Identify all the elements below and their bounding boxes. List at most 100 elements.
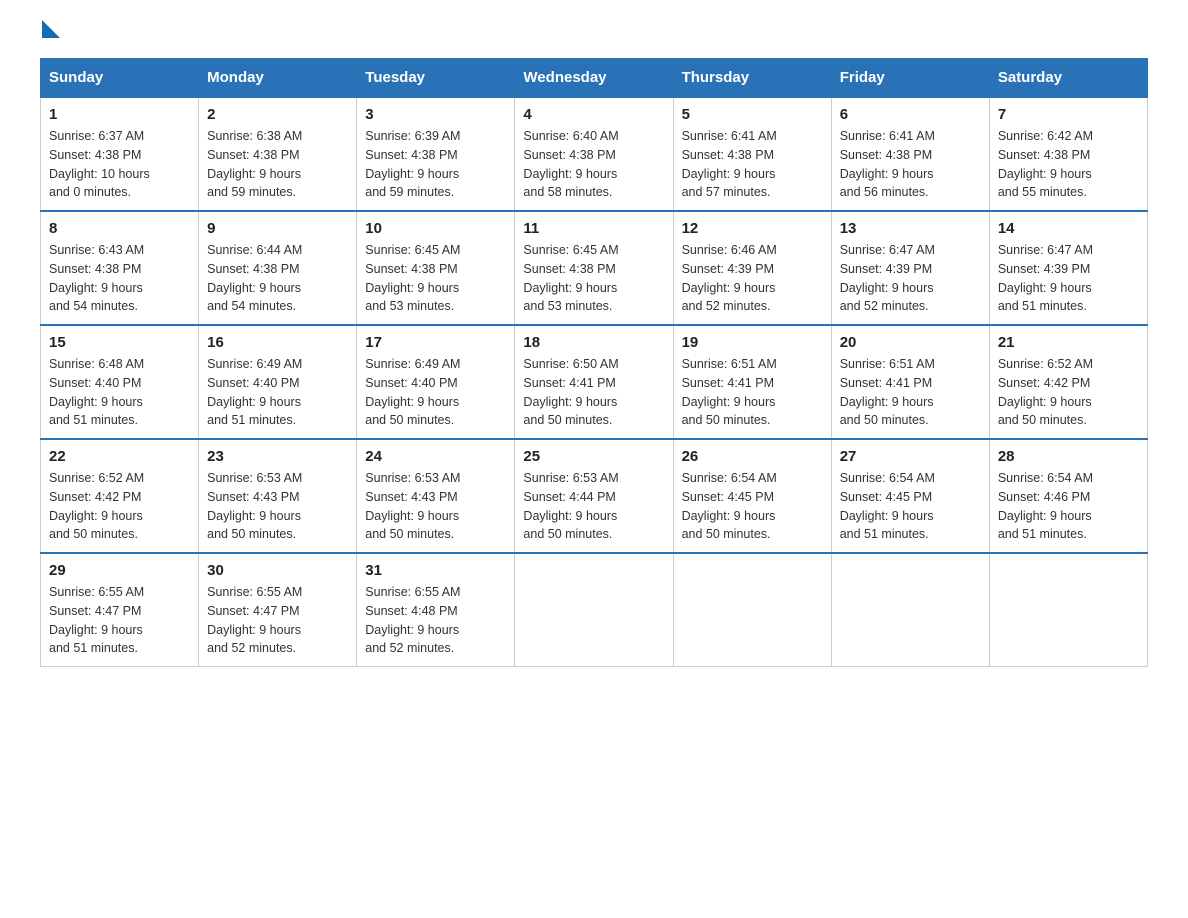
calendar-cell: 8 Sunrise: 6:43 AMSunset: 4:38 PMDayligh… — [41, 211, 199, 325]
calendar-cell: 3 Sunrise: 6:39 AMSunset: 4:38 PMDayligh… — [357, 97, 515, 211]
day-number: 24 — [365, 448, 506, 465]
calendar-cell: 19 Sunrise: 6:51 AMSunset: 4:41 PMDaylig… — [673, 325, 831, 439]
day-number: 5 — [682, 106, 823, 123]
dow-header-tuesday: Tuesday — [357, 59, 515, 98]
calendar-cell: 2 Sunrise: 6:38 AMSunset: 4:38 PMDayligh… — [199, 97, 357, 211]
day-number: 26 — [682, 448, 823, 465]
day-number: 20 — [840, 334, 981, 351]
page-header — [40, 30, 1148, 38]
calendar-cell: 12 Sunrise: 6:46 AMSunset: 4:39 PMDaylig… — [673, 211, 831, 325]
calendar-cell: 22 Sunrise: 6:52 AMSunset: 4:42 PMDaylig… — [41, 439, 199, 553]
day-number: 12 — [682, 220, 823, 237]
calendar-cell — [673, 553, 831, 667]
day-info: Sunrise: 6:39 AMSunset: 4:38 PMDaylight:… — [365, 127, 506, 202]
calendar-cell: 25 Sunrise: 6:53 AMSunset: 4:44 PMDaylig… — [515, 439, 673, 553]
calendar-week-2: 8 Sunrise: 6:43 AMSunset: 4:38 PMDayligh… — [41, 211, 1148, 325]
day-info: Sunrise: 6:49 AMSunset: 4:40 PMDaylight:… — [207, 355, 348, 430]
calendar-cell: 29 Sunrise: 6:55 AMSunset: 4:47 PMDaylig… — [41, 553, 199, 667]
day-info: Sunrise: 6:42 AMSunset: 4:38 PMDaylight:… — [998, 127, 1139, 202]
calendar-cell: 17 Sunrise: 6:49 AMSunset: 4:40 PMDaylig… — [357, 325, 515, 439]
day-info: Sunrise: 6:55 AMSunset: 4:48 PMDaylight:… — [365, 583, 506, 658]
day-info: Sunrise: 6:52 AMSunset: 4:42 PMDaylight:… — [998, 355, 1139, 430]
day-info: Sunrise: 6:44 AMSunset: 4:38 PMDaylight:… — [207, 241, 348, 316]
logo — [40, 30, 60, 38]
calendar-week-3: 15 Sunrise: 6:48 AMSunset: 4:40 PMDaylig… — [41, 325, 1148, 439]
dow-header-thursday: Thursday — [673, 59, 831, 98]
day-info: Sunrise: 6:43 AMSunset: 4:38 PMDaylight:… — [49, 241, 190, 316]
calendar-cell: 31 Sunrise: 6:55 AMSunset: 4:48 PMDaylig… — [357, 553, 515, 667]
day-number: 28 — [998, 448, 1139, 465]
day-info: Sunrise: 6:55 AMSunset: 4:47 PMDaylight:… — [49, 583, 190, 658]
day-number: 18 — [523, 334, 664, 351]
dow-header-monday: Monday — [199, 59, 357, 98]
calendar-cell: 15 Sunrise: 6:48 AMSunset: 4:40 PMDaylig… — [41, 325, 199, 439]
calendar-week-5: 29 Sunrise: 6:55 AMSunset: 4:47 PMDaylig… — [41, 553, 1148, 667]
day-number: 30 — [207, 562, 348, 579]
dow-header-wednesday: Wednesday — [515, 59, 673, 98]
day-info: Sunrise: 6:52 AMSunset: 4:42 PMDaylight:… — [49, 469, 190, 544]
calendar-cell: 26 Sunrise: 6:54 AMSunset: 4:45 PMDaylig… — [673, 439, 831, 553]
day-info: Sunrise: 6:54 AMSunset: 4:45 PMDaylight:… — [840, 469, 981, 544]
day-number: 13 — [840, 220, 981, 237]
calendar-cell: 30 Sunrise: 6:55 AMSunset: 4:47 PMDaylig… — [199, 553, 357, 667]
calendar-cell: 16 Sunrise: 6:49 AMSunset: 4:40 PMDaylig… — [199, 325, 357, 439]
day-info: Sunrise: 6:40 AMSunset: 4:38 PMDaylight:… — [523, 127, 664, 202]
calendar-cell: 28 Sunrise: 6:54 AMSunset: 4:46 PMDaylig… — [989, 439, 1147, 553]
day-info: Sunrise: 6:41 AMSunset: 4:38 PMDaylight:… — [840, 127, 981, 202]
day-info: Sunrise: 6:53 AMSunset: 4:44 PMDaylight:… — [523, 469, 664, 544]
day-number: 2 — [207, 106, 348, 123]
day-number: 14 — [998, 220, 1139, 237]
day-info: Sunrise: 6:47 AMSunset: 4:39 PMDaylight:… — [998, 241, 1139, 316]
day-info: Sunrise: 6:54 AMSunset: 4:46 PMDaylight:… — [998, 469, 1139, 544]
day-number: 29 — [49, 562, 190, 579]
day-number: 7 — [998, 106, 1139, 123]
day-number: 8 — [49, 220, 190, 237]
day-number: 11 — [523, 220, 664, 237]
day-info: Sunrise: 6:53 AMSunset: 4:43 PMDaylight:… — [207, 469, 348, 544]
day-info: Sunrise: 6:37 AMSunset: 4:38 PMDaylight:… — [49, 127, 190, 202]
day-number: 9 — [207, 220, 348, 237]
calendar-cell: 14 Sunrise: 6:47 AMSunset: 4:39 PMDaylig… — [989, 211, 1147, 325]
day-info: Sunrise: 6:53 AMSunset: 4:43 PMDaylight:… — [365, 469, 506, 544]
calendar-cell — [515, 553, 673, 667]
day-number: 21 — [998, 334, 1139, 351]
dow-header-sunday: Sunday — [41, 59, 199, 98]
day-number: 3 — [365, 106, 506, 123]
calendar-table: SundayMondayTuesdayWednesdayThursdayFrid… — [40, 58, 1148, 667]
calendar-cell: 23 Sunrise: 6:53 AMSunset: 4:43 PMDaylig… — [199, 439, 357, 553]
day-info: Sunrise: 6:50 AMSunset: 4:41 PMDaylight:… — [523, 355, 664, 430]
calendar-cell: 11 Sunrise: 6:45 AMSunset: 4:38 PMDaylig… — [515, 211, 673, 325]
day-number: 25 — [523, 448, 664, 465]
calendar-cell: 13 Sunrise: 6:47 AMSunset: 4:39 PMDaylig… — [831, 211, 989, 325]
calendar-cell: 21 Sunrise: 6:52 AMSunset: 4:42 PMDaylig… — [989, 325, 1147, 439]
days-of-week-row: SundayMondayTuesdayWednesdayThursdayFrid… — [41, 59, 1148, 98]
day-number: 31 — [365, 562, 506, 579]
day-info: Sunrise: 6:54 AMSunset: 4:45 PMDaylight:… — [682, 469, 823, 544]
day-info: Sunrise: 6:47 AMSunset: 4:39 PMDaylight:… — [840, 241, 981, 316]
day-number: 16 — [207, 334, 348, 351]
calendar-cell — [831, 553, 989, 667]
day-info: Sunrise: 6:51 AMSunset: 4:41 PMDaylight:… — [682, 355, 823, 430]
day-number: 23 — [207, 448, 348, 465]
day-info: Sunrise: 6:49 AMSunset: 4:40 PMDaylight:… — [365, 355, 506, 430]
calendar-cell: 4 Sunrise: 6:40 AMSunset: 4:38 PMDayligh… — [515, 97, 673, 211]
day-info: Sunrise: 6:55 AMSunset: 4:47 PMDaylight:… — [207, 583, 348, 658]
day-number: 22 — [49, 448, 190, 465]
calendar-week-4: 22 Sunrise: 6:52 AMSunset: 4:42 PMDaylig… — [41, 439, 1148, 553]
calendar-cell: 5 Sunrise: 6:41 AMSunset: 4:38 PMDayligh… — [673, 97, 831, 211]
logo-triangle-icon — [42, 20, 60, 38]
day-info: Sunrise: 6:41 AMSunset: 4:38 PMDaylight:… — [682, 127, 823, 202]
day-number: 17 — [365, 334, 506, 351]
day-number: 15 — [49, 334, 190, 351]
calendar-week-1: 1 Sunrise: 6:37 AMSunset: 4:38 PMDayligh… — [41, 97, 1148, 211]
day-number: 1 — [49, 106, 190, 123]
calendar-cell: 20 Sunrise: 6:51 AMSunset: 4:41 PMDaylig… — [831, 325, 989, 439]
calendar-cell — [989, 553, 1147, 667]
dow-header-saturday: Saturday — [989, 59, 1147, 98]
day-info: Sunrise: 6:38 AMSunset: 4:38 PMDaylight:… — [207, 127, 348, 202]
day-info: Sunrise: 6:45 AMSunset: 4:38 PMDaylight:… — [365, 241, 506, 316]
day-info: Sunrise: 6:51 AMSunset: 4:41 PMDaylight:… — [840, 355, 981, 430]
day-info: Sunrise: 6:46 AMSunset: 4:39 PMDaylight:… — [682, 241, 823, 316]
day-info: Sunrise: 6:45 AMSunset: 4:38 PMDaylight:… — [523, 241, 664, 316]
calendar-cell: 24 Sunrise: 6:53 AMSunset: 4:43 PMDaylig… — [357, 439, 515, 553]
